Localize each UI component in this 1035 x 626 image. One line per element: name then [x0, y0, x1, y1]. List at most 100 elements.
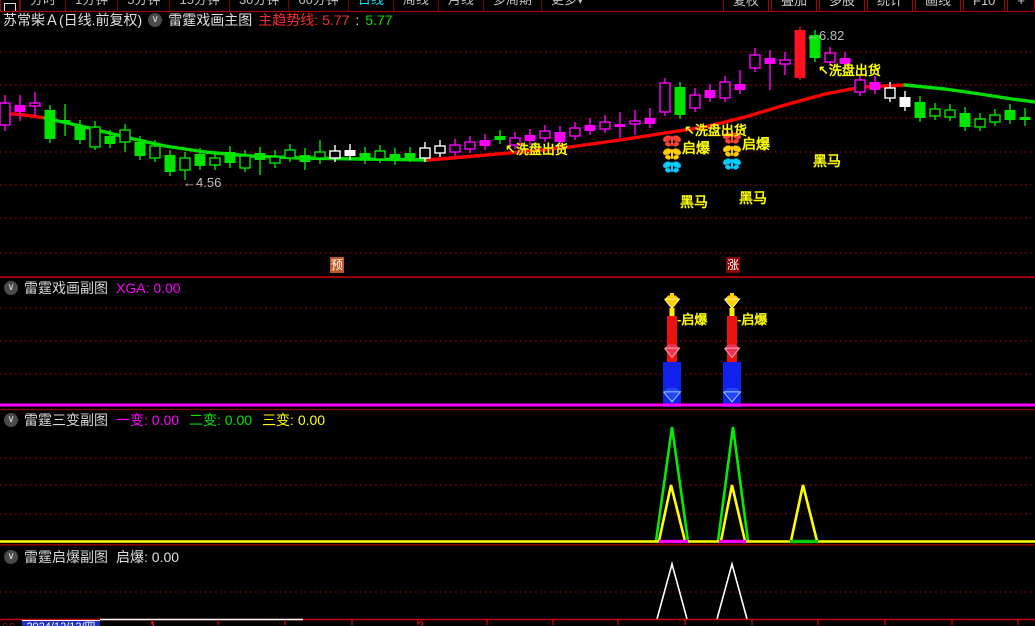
toolbar-button-统计[interactable]: 统计	[866, 0, 913, 11]
annotation-label: ←4.56	[183, 175, 221, 190]
indicator-value: 一变: 0.00	[116, 412, 180, 428]
butterfly-icon	[722, 144, 742, 158]
toolbar-button-复权[interactable]: 复权	[722, 0, 769, 11]
toolbar-button-叠加[interactable]: 叠加	[770, 0, 817, 11]
trend-line	[903, 83, 1035, 104]
annotation-label: 黑马	[739, 190, 767, 206]
toolbar-button-F10[interactable]: F10	[963, 0, 1006, 11]
candle-body	[374, 150, 386, 160]
charts-canvas: ←4.56←6.82↖洗盘出货↖洗盘出货↖洗盘出货启爆 启爆黑马 黑马黑马-启爆 -启…	[0, 27, 1035, 625]
annotation-label: 启爆	[742, 136, 771, 152]
butterfly-icon	[662, 147, 682, 161]
spike-green	[716, 426, 750, 542]
candle-body	[659, 82, 671, 113]
nav-circles-icon[interactable]: ○○	[2, 620, 16, 626]
annotation-label: ↖洗盘出货	[505, 142, 568, 157]
candle-body	[404, 153, 416, 158]
spike-green	[654, 426, 690, 542]
chevron-down-icon[interactable]: ∨	[148, 13, 163, 27]
candle-body	[449, 144, 461, 153]
candle-body	[569, 127, 581, 137]
candle-body	[824, 52, 836, 63]
date-axis-label: 2	[418, 620, 425, 626]
candle-body	[149, 145, 161, 159]
candle-body	[674, 87, 686, 115]
gem-icon	[724, 295, 741, 310]
candle-body	[884, 87, 896, 99]
toolbar-right-buttons: 复权 叠加 多股 统计 画线 F10 +	[721, 0, 1035, 11]
candle-body	[869, 82, 881, 90]
annotation-label: ↖洗盘出货	[684, 123, 747, 138]
period-tab-月线[interactable]: 月线	[437, 0, 483, 11]
candle-body	[269, 156, 281, 164]
trend-value-1: 5.77	[322, 12, 350, 28]
trend-label: 主趋势线:	[258, 12, 319, 28]
toolbar-button-多股[interactable]: 多股	[818, 0, 865, 11]
indicator-value: XGA: 0.00	[116, 280, 181, 296]
candle-body	[194, 154, 206, 166]
candle-body	[344, 150, 356, 156]
sub2-indicator-name[interactable]: 雷霆三变副图	[24, 410, 108, 430]
toolbar-button-画线[interactable]: 画线	[914, 0, 961, 11]
toolbar-button-+[interactable]: +	[1007, 0, 1035, 11]
main-indicator-name[interactable]: 雷霆戏画主图	[168, 10, 252, 30]
stock-title: 苏常柴Ａ(日线.前复权)	[3, 12, 143, 28]
period-tab-更多▾[interactable]: 更多▾	[540, 0, 593, 11]
candle-body	[524, 135, 536, 141]
candle-body	[179, 157, 191, 171]
candle-body	[719, 81, 731, 99]
sub3-indicator-name[interactable]: 雷霆启爆副图	[24, 547, 108, 567]
cursor-date-label: 2024/12/12/四	[22, 620, 100, 626]
sub2-panel-header: ∨ 雷霆三变副图 一变: 0.00 二变: 0.00 三变: 0.00	[4, 412, 335, 428]
candle-body	[554, 132, 566, 142]
spike-base-bar	[659, 539, 688, 544]
butterfly-icon	[662, 160, 682, 174]
period-tab-周线[interactable]: 周线	[392, 0, 438, 11]
spike-base-bar	[790, 539, 818, 544]
candle-body	[494, 136, 506, 140]
candle-body	[119, 129, 131, 143]
chevron-down-icon[interactable]: ∨	[4, 413, 18, 427]
candle-body	[764, 58, 776, 64]
bottom-status-bar: ○○ 2024/12/12/四 1 2	[0, 620, 1035, 626]
candle-body	[944, 109, 956, 118]
candle-body	[239, 155, 251, 169]
gem-icon	[664, 295, 681, 310]
trend-value-2: 5.77	[365, 12, 393, 28]
sub1-indicator-name[interactable]: 雷霆戏画副图	[24, 278, 108, 298]
candle-body	[899, 97, 911, 107]
event-marker-预: 预	[330, 257, 344, 273]
chevron-down-icon[interactable]: ∨	[4, 550, 18, 564]
candle-body	[164, 155, 176, 172]
candle-body	[989, 114, 1001, 123]
annotation-label: ←6.82	[806, 28, 844, 43]
trading-terminal-window: ←4.56 ←6.82 ↖洗盘出货 ↖洗盘出货 ↖洗盘出货 启爆 启爆 黑马 黑马 黑马 -启爆 -启…	[0, 0, 1035, 626]
candle-body	[464, 141, 476, 150]
candle-body	[629, 120, 641, 125]
candle-body	[644, 118, 656, 124]
period-tab-日线[interactable]: 日线	[347, 0, 393, 11]
gem-icon	[724, 344, 741, 359]
candle-body	[914, 102, 926, 118]
sub1-values: XGA: 0.00	[116, 280, 191, 296]
candle-body	[539, 130, 551, 139]
indicator-value: 二变: 0.00	[189, 412, 253, 428]
candle-body	[224, 152, 236, 163]
candle-body	[779, 59, 791, 65]
candle-body	[209, 157, 221, 166]
annotation-label: -启爆	[737, 312, 768, 327]
sub3-values: 启爆: 0.00	[116, 547, 189, 567]
candle-body	[359, 153, 371, 160]
indicator-value: 三变: 0.00	[262, 412, 326, 428]
candle-body	[134, 142, 146, 156]
candle-body	[794, 30, 806, 78]
chevron-down-icon[interactable]: ∨	[4, 281, 18, 295]
candle-body	[284, 149, 296, 159]
sub2-values: 一变: 0.00 二变: 0.00 三变: 0.00	[116, 410, 335, 430]
candle-body	[929, 108, 941, 117]
sub1-panel-header: ∨ 雷霆戏画副图 XGA: 0.00	[4, 280, 191, 296]
candle-body	[29, 102, 41, 107]
period-tab-多周期[interactable]: 多周期	[482, 0, 541, 11]
trend-separator: :	[355, 12, 360, 28]
trend-line	[43, 116, 430, 162]
